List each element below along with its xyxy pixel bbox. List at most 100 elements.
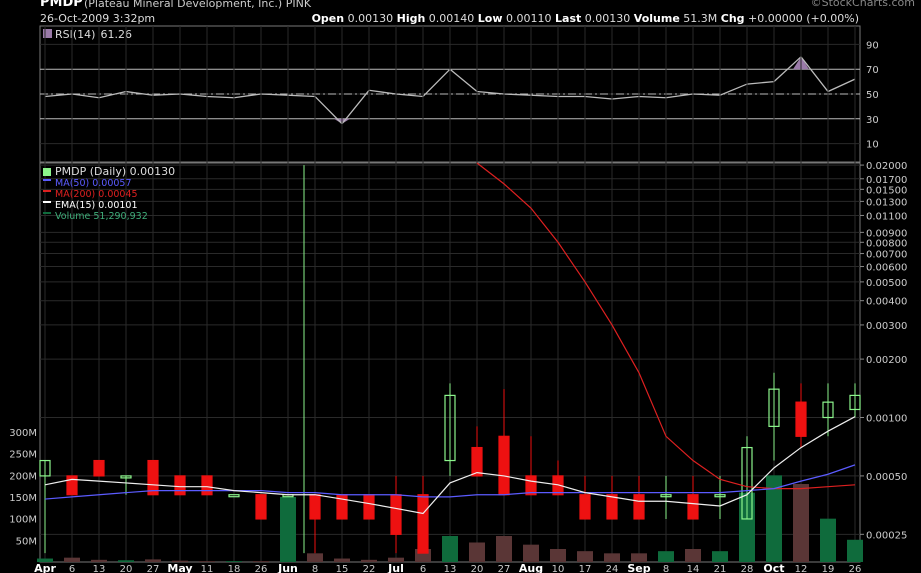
price-y-tick: 0.01700 <box>866 175 907 186</box>
price-y-tick: 0.01500 <box>866 185 907 196</box>
volume-bar <box>685 549 701 562</box>
price-y-tick: 0.00200 <box>866 355 907 366</box>
x-tick-label: Sep <box>627 562 650 573</box>
legend-swatch <box>43 201 51 203</box>
volume-bar <box>118 560 134 562</box>
volume-bar <box>64 557 80 562</box>
x-tick-label: 12 <box>795 564 808 573</box>
price-y-tick: 0.02000 <box>866 161 907 172</box>
volume-bar <box>847 539 863 562</box>
price-y-tick: 0.01300 <box>866 197 907 208</box>
candle-body <box>633 494 645 520</box>
volume-bar <box>442 536 458 562</box>
candle-body <box>471 446 483 477</box>
x-tick-label: 8 <box>663 564 669 573</box>
volume-bar <box>793 484 809 562</box>
legend-swatch <box>43 212 51 214</box>
x-axis: Apr 6 13 20 27 May 11 18 26 Jun 8 15 22 Jul 6 13 20 27 Aug… <box>34 562 861 573</box>
rsi-y-tick: 70 <box>866 65 879 76</box>
x-tick-label: 14 <box>687 564 700 573</box>
price-y-tick: 0.00100 <box>866 414 907 425</box>
x-tick-label: 22 <box>363 564 376 573</box>
x-tick-label: 21 <box>714 564 727 573</box>
price-y-tick: 0.00500 <box>866 278 907 289</box>
candle-body <box>174 475 186 496</box>
x-tick-label: Oct <box>763 562 784 573</box>
chart-canvas: 9070503010RSI(14) 61.26 0.020000.017000.0… <box>9 25 907 573</box>
candle-body <box>687 494 699 520</box>
volume-bar <box>307 553 323 562</box>
x-tick-label: 26 <box>255 564 268 573</box>
volume-bar <box>253 561 269 562</box>
volume-y-tick: 50M <box>16 536 37 547</box>
candle-body <box>255 494 267 520</box>
legend-item: MA(50) 0.00057 <box>55 178 132 189</box>
candle-body <box>390 494 402 535</box>
rsi-y-tick: 50 <box>866 90 879 101</box>
x-tick-label: Jul <box>387 562 404 573</box>
volume-bar <box>658 551 674 562</box>
legend-item: MA(200) 0.00045 <box>55 189 138 200</box>
candle-body <box>498 435 510 496</box>
candle-body <box>93 459 105 477</box>
volume-y-tick: 200M <box>9 471 37 482</box>
x-tick-label: 13 <box>444 564 457 573</box>
x-tick-label: 10 <box>552 564 565 573</box>
volume-bar <box>91 559 107 562</box>
volume-bar <box>820 518 836 562</box>
volume-y-tick: 100M <box>9 515 37 526</box>
volume-bar <box>199 561 215 562</box>
x-tick-label: 17 <box>579 564 592 573</box>
volume-bar <box>496 536 512 562</box>
legend-swatch <box>43 179 51 181</box>
rsi-y-tick: 90 <box>866 40 879 51</box>
price-y-tick: 0.00800 <box>866 238 907 249</box>
price-y-tick: 0.00700 <box>866 250 907 261</box>
candle-body <box>363 494 375 520</box>
price-y-tick: 0.00300 <box>866 321 907 332</box>
rsi-y-tick: 10 <box>866 140 879 151</box>
volume-bar <box>145 559 161 562</box>
price-y-tick: 0.00025 <box>866 530 907 541</box>
x-tick-label: 27 <box>147 564 160 573</box>
x-tick-label: 19 <box>822 564 835 573</box>
volume-bar <box>550 549 566 562</box>
legend-item: PMDP (Daily) 0.00130 <box>55 165 175 178</box>
legend-swatch <box>43 190 51 192</box>
x-tick-label: 18 <box>228 564 241 573</box>
x-tick-label: 24 <box>606 564 619 573</box>
legend-item: Volume 51,290,932 <box>55 211 148 222</box>
volume-bar <box>604 553 620 562</box>
x-tick-label: 28 <box>741 564 754 573</box>
rsi-y-tick: 30 <box>866 115 879 126</box>
volume-bar <box>469 542 485 562</box>
x-tick-label: 15 <box>336 564 349 573</box>
x-tick-label: 6 <box>420 564 426 573</box>
rsi-legend-icon <box>43 29 52 38</box>
x-tick-label: 27 <box>498 564 511 573</box>
legend-item: EMA(15) 0.00101 <box>55 200 138 211</box>
volume-y-tick: 250M <box>9 450 37 461</box>
candle-body <box>579 494 591 520</box>
rsi-label: RSI(14) <box>55 28 95 41</box>
candle-body <box>606 494 618 520</box>
x-tick-label: Aug <box>519 562 543 573</box>
x-tick-label: 8 <box>312 564 318 573</box>
rsi-panel: 90 70 50 30 10 RSI(14) 61.26 <box>39 25 879 163</box>
candle-body <box>309 494 321 520</box>
x-tick-label: May <box>167 562 192 573</box>
legend-swatch <box>43 168 51 176</box>
volume-bar <box>712 551 728 562</box>
candle-body <box>201 475 213 496</box>
volume-bar <box>334 558 350 562</box>
x-tick-label: 13 <box>93 564 106 573</box>
rsi-value: 61.26 <box>100 28 132 41</box>
candle-body <box>147 459 159 496</box>
rsi-legend: RSI(14) 61.26 <box>55 28 132 41</box>
candle-body <box>417 494 429 554</box>
candle-body <box>795 401 807 437</box>
price-y-tick: 0.00600 <box>866 263 907 274</box>
volume-bar <box>631 553 647 562</box>
volume-y-tick: 150M <box>9 493 37 504</box>
x-tick-label: 20 <box>120 564 133 573</box>
